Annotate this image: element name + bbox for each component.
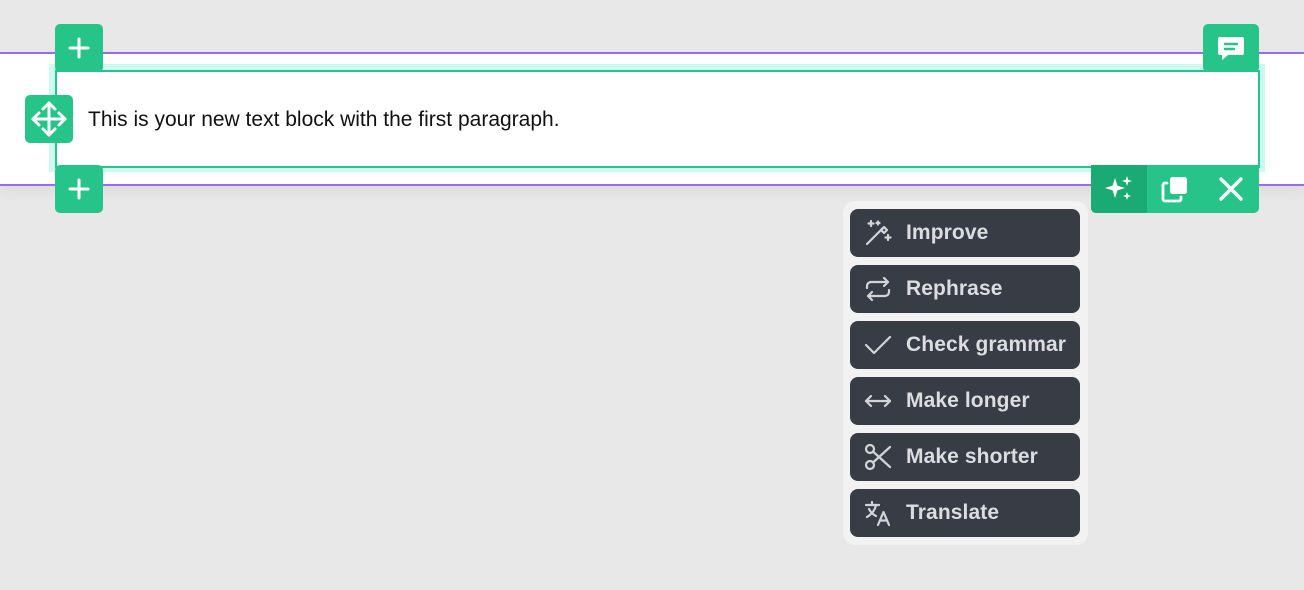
add-block-below-button[interactable] [55, 165, 103, 213]
text-block[interactable]: This is your new text block with the fir… [55, 70, 1260, 168]
menu-item-make-longer[interactable]: Make longer [850, 377, 1080, 425]
menu-item-label: Check grammar [906, 333, 1067, 356]
plus-icon [68, 178, 90, 200]
magic-wand-icon [850, 209, 906, 257]
menu-item-rephrase[interactable]: Rephrase [850, 265, 1080, 313]
menu-item-make-shorter[interactable]: Make shorter [850, 433, 1080, 481]
plus-icon [68, 37, 90, 59]
move-arrows-icon [31, 101, 67, 137]
sparkles-icon [1105, 176, 1132, 200]
menu-item-label: Make longer [906, 389, 1030, 412]
add-block-above-button[interactable] [55, 24, 103, 72]
ai-assist-menu: Improve Rephrase Check grammar Make long… [843, 201, 1088, 545]
ai-assist-button[interactable] [1091, 165, 1147, 213]
menu-item-label: Improve [906, 221, 989, 244]
menu-item-improve[interactable]: Improve [850, 209, 1080, 257]
checkmark-icon [850, 321, 906, 369]
menu-item-translate[interactable]: Translate [850, 489, 1080, 537]
menu-item-label: Make shorter [906, 445, 1038, 468]
comment-icon [1218, 37, 1244, 60]
menu-item-check-grammar[interactable]: Check grammar [850, 321, 1080, 369]
repeat-icon [850, 265, 906, 313]
menu-item-label: Translate [906, 501, 1000, 524]
duplicate-block-button[interactable] [1147, 165, 1203, 213]
menu-item-label: Rephrase [906, 277, 1003, 300]
horizontal-arrows-icon [850, 377, 906, 425]
delete-block-button[interactable] [1203, 165, 1259, 213]
block-toolbar [1091, 165, 1259, 213]
translate-icon [850, 489, 906, 537]
move-block-handle[interactable] [25, 95, 73, 143]
comment-button[interactable] [1203, 24, 1259, 72]
duplicate-icon [1161, 177, 1187, 203]
scissors-icon [850, 433, 906, 481]
text-block-content[interactable]: This is your new text block with the fir… [88, 108, 560, 132]
close-icon [1219, 177, 1243, 201]
